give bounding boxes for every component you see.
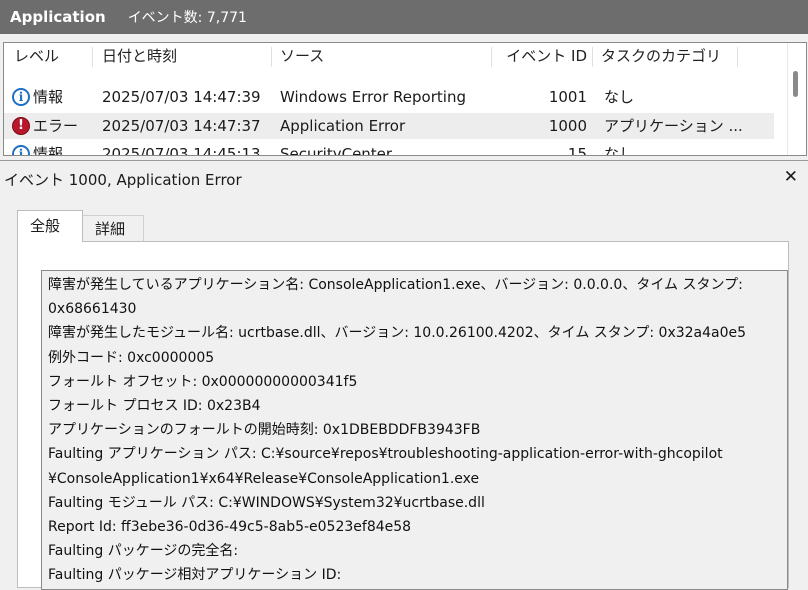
description-line: 障害が発生しているアプリケーション名: ConsoleApplication1.… [48, 277, 743, 293]
tab-details[interactable]: 詳細 [82, 215, 144, 242]
description-line: フォールト プロセス ID: 0x23B4 [48, 398, 261, 415]
vertical-scrollbar[interactable] [787, 43, 804, 155]
row-event-id: 15 [567, 145, 587, 156]
event-count: イベント数: 7,771 [127, 10, 247, 26]
description-line: フォールト オフセット: 0x00000000000341f5 [48, 373, 358, 390]
column-header-source[interactable]: ソース [280, 43, 324, 69]
row-category: なし [604, 88, 635, 106]
row-category: なし [604, 145, 635, 156]
tab-general[interactable]: 全般 [17, 210, 83, 242]
row-category: アプリケーション ... [604, 117, 743, 135]
column-header-category[interactable]: タスクのカテゴリ [601, 43, 721, 69]
column-header-datetime[interactable]: 日付と時刻 [102, 43, 177, 69]
description-line: ¥ConsoleApplication1¥x64¥Release¥Console… [48, 470, 480, 487]
row-source: Windows Error Reporting [280, 88, 466, 106]
close-icon[interactable]: ✕ [784, 167, 798, 187]
log-name: Application [10, 8, 106, 26]
description-line: Faulting モジュール パス: C:¥WINDOWS¥System32¥u… [48, 494, 485, 511]
info-icon: i [12, 88, 30, 106]
description-line: Faulting パッケージ相対アプリケーション ID: [48, 567, 342, 584]
row-level: 情報 [33, 88, 64, 106]
event-description-textbox[interactable]: 障害が発生しているアプリケーション名: ConsoleApplication1.… [41, 270, 788, 590]
table-row[interactable]: i 情報 2025/07/03 14:47:39 Windows Error Re… [4, 84, 774, 110]
tab-panel-general: 障害が発生しているアプリケーション名: ConsoleApplication1.… [17, 241, 789, 590]
table-row[interactable]: i 情報 2025/07/03 14:45:13 SecurityCenter 1… [4, 141, 774, 156]
event-detail-pane: イベント 1000, Application Error ✕ 全般 詳細 障害が… [0, 160, 808, 590]
row-datetime: 2025/07/03 14:45:13 [102, 145, 261, 156]
row-datetime: 2025/07/03 14:47:39 [102, 88, 261, 106]
row-level: エラー [33, 117, 79, 135]
list-header: レベル 日付と時刻 ソース イベント ID タスクのカテゴリ [4, 43, 774, 69]
error-icon: ! [12, 117, 30, 135]
description-line: 0x68661430 [48, 301, 137, 318]
description-line: 例外コード: 0xc0000005 [48, 349, 215, 366]
row-datetime: 2025/07/03 14:47:37 [102, 117, 261, 135]
row-event-id: 1000 [548, 117, 587, 135]
row-event-id: 1001 [548, 88, 587, 106]
description-line: アプリケーションのフォールトの開始時刻: 0x1DBEBDDFB3943FB [48, 422, 481, 439]
scrollbar-thumb[interactable] [793, 71, 798, 97]
column-header-event-id[interactable]: イベント ID [502, 43, 587, 69]
table-row-selected[interactable]: ! エラー 2025/07/03 14:47:37 Application Err… [4, 113, 774, 139]
description-line: Faulting アプリケーション パス: C:¥source¥repos¥tr… [48, 446, 723, 463]
row-source: Application Error [280, 117, 406, 135]
row-source: SecurityCenter [280, 145, 393, 156]
row-level: 情報 [33, 145, 64, 156]
event-list[interactable]: レベル 日付と時刻 ソース イベント ID タスクのカテゴリ i 情報 2025/… [3, 42, 807, 156]
info-icon: i [12, 145, 30, 155]
title-bar: Application イベント数: 7,771 [0, 0, 808, 34]
detail-title: イベント 1000, Application Error [4, 171, 242, 189]
description-line: Report Id: ff3ebe36-0d36-49c5-8ab5-e0523… [48, 519, 412, 536]
description-line: Faulting パッケージの完全名: [48, 543, 239, 560]
column-header-level[interactable]: レベル [14, 43, 59, 69]
description-line: 障害が発生したモジュール名: ucrtbase.dll、バージョン: 10.0.… [48, 325, 747, 342]
